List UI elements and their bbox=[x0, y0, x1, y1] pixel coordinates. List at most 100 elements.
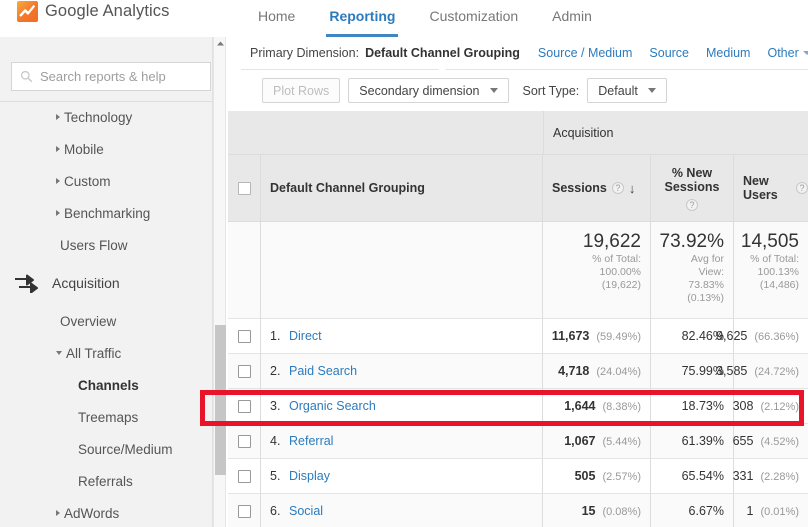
row-checkbox[interactable] bbox=[237, 364, 251, 378]
row-checkbox[interactable] bbox=[237, 504, 251, 518]
row-channel-link[interactable]: Paid Search bbox=[289, 364, 357, 378]
tab-reporting[interactable]: Reporting bbox=[312, 0, 412, 37]
sidebar-scrollbar[interactable] bbox=[213, 37, 226, 527]
sidebar-section-acquisition[interactable]: Acquisition bbox=[0, 261, 212, 305]
new-users-header-label: New Users bbox=[743, 174, 778, 202]
table-row[interactable]: 6. Social 15 (0.08%) 6.67% 1 (0.01%) bbox=[228, 493, 808, 527]
chevron-right-icon bbox=[56, 210, 60, 216]
table-row-highlighted[interactable]: 3. Organic Search 1,644 (8.38%) 18.73% 3… bbox=[228, 388, 808, 423]
row-channel-link[interactable]: Referral bbox=[289, 434, 333, 448]
dimension-header-label: Default Channel Grouping bbox=[270, 181, 425, 195]
row-new-sessions-value: 6.67% bbox=[688, 504, 724, 518]
row-channel-link[interactable]: Social bbox=[289, 504, 323, 518]
row-channel-link[interactable]: Display bbox=[289, 469, 330, 483]
group-header-acquisition: Acquisition bbox=[543, 111, 808, 154]
sidebar-item-label: Treemaps bbox=[78, 409, 139, 425]
table-row[interactable]: 2. Paid Search 4,718 (24.04%) 75.99% 3,5… bbox=[228, 353, 808, 388]
table-header: Acquisition Default Channel Grouping Ses… bbox=[228, 111, 808, 221]
primary-dimension-medium[interactable]: Medium bbox=[706, 46, 750, 60]
primary-dimension-label: Primary Dimension: bbox=[250, 46, 360, 60]
row-checkbox[interactable] bbox=[237, 399, 251, 413]
sidebar-item-all-traffic[interactable]: All Traffic bbox=[0, 337, 212, 369]
primary-dimension-source[interactable]: Source bbox=[649, 46, 689, 60]
table-row[interactable]: 1. Direct 11,673 (59.49%) 82.46% 9,625 (… bbox=[228, 318, 808, 353]
row-new-users-value: 308 bbox=[732, 399, 754, 413]
row-sessions-cell: 15 (0.08%) bbox=[543, 494, 651, 527]
row-checkbox[interactable] bbox=[237, 329, 251, 343]
sidebar-item-technology[interactable]: Technology bbox=[0, 101, 212, 133]
sidebar-item-adwords[interactable]: AdWords bbox=[0, 497, 212, 527]
row-index: 1. bbox=[270, 329, 281, 343]
sidebar-item-users-flow[interactable]: Users Flow bbox=[0, 229, 212, 261]
row-index: 3. bbox=[270, 399, 281, 413]
row-sessions-value: 1,067 bbox=[564, 434, 596, 448]
primary-dimension-current[interactable]: Default Channel Grouping bbox=[365, 46, 520, 72]
row-new-sessions-value: 18.73% bbox=[681, 399, 724, 413]
summary-check-cell bbox=[228, 222, 261, 318]
row-checkbox[interactable] bbox=[237, 434, 251, 448]
row-index: 2. bbox=[270, 364, 281, 378]
sidebar-item-channels[interactable]: Channels bbox=[0, 369, 212, 401]
row-sessions-cell: 4,718 (24.04%) bbox=[543, 354, 651, 388]
row-new-users-pct: (2.28%) bbox=[760, 471, 799, 483]
new-sessions-header-label: % New Sessions bbox=[664, 165, 720, 194]
primary-dimension-source-medium[interactable]: Source / Medium bbox=[538, 46, 632, 60]
new-sessions-header-cell[interactable]: % New Sessions ? bbox=[651, 155, 734, 221]
summary-new-users-line2: 100.13% bbox=[757, 266, 799, 278]
tab-admin[interactable]: Admin bbox=[535, 0, 609, 37]
sidebar-section-label: Acquisition bbox=[52, 275, 120, 291]
sidebar-item-label: Technology bbox=[64, 109, 133, 125]
row-new-users-cell: 3,585 (24.72%) bbox=[716, 354, 808, 388]
sidebar-item-custom[interactable]: Custom bbox=[0, 165, 212, 197]
dimension-header-cell[interactable]: Default Channel Grouping bbox=[261, 155, 543, 221]
chevron-up-icon[interactable] bbox=[214, 37, 227, 50]
main-panel: Primary Dimension: Default Channel Group… bbox=[228, 37, 808, 527]
search-input[interactable] bbox=[40, 69, 202, 84]
secondary-dimension-button[interactable]: Secondary dimension bbox=[348, 78, 509, 103]
row-channel-link[interactable]: Direct bbox=[289, 329, 322, 343]
table-row[interactable]: 5. Display 505 (2.57%) 65.54% 331 (2.28%… bbox=[228, 458, 808, 493]
row-new-sessions-cell: 61.39% bbox=[651, 424, 734, 458]
row-channel-link-organic-search[interactable]: Organic Search bbox=[289, 399, 376, 413]
sidebar-item-benchmarking[interactable]: Benchmarking bbox=[0, 197, 212, 229]
row-sessions-cell: 11,673 (59.49%) bbox=[543, 319, 651, 353]
scrollbar-thumb[interactable] bbox=[215, 325, 226, 475]
help-icon[interactable]: ? bbox=[611, 182, 624, 194]
primary-dimension-other[interactable]: Other bbox=[767, 46, 808, 60]
sidebar-item-source-medium[interactable]: Source/Medium bbox=[0, 433, 212, 465]
primary-dimension-bar: Primary Dimension: Default Channel Group… bbox=[241, 37, 808, 72]
brand-logo[interactable]: Google Analytics bbox=[17, 1, 170, 22]
acquisition-arrows-icon bbox=[15, 274, 38, 293]
sidebar-item-treemaps[interactable]: Treemaps bbox=[0, 401, 212, 433]
row-new-users-value: 331 bbox=[732, 469, 754, 483]
tab-customization[interactable]: Customization bbox=[412, 0, 535, 37]
row-sessions-value: 11,673 bbox=[551, 329, 590, 343]
row-check-cell bbox=[228, 494, 261, 527]
search-box[interactable] bbox=[11, 62, 211, 91]
row-sessions-cell: 1,644 (8.38%) bbox=[543, 389, 651, 423]
table-row[interactable]: 4. Referral 1,067 (5.44%) 61.39% 655 (4.… bbox=[228, 423, 808, 458]
table-toolbar: Plot Rows Secondary dimension Sort Type:… bbox=[241, 70, 808, 111]
row-new-users-cell: 308 (2.12%) bbox=[732, 389, 808, 423]
summary-sessions-cell: 19,622 % of Total: 100.00% (19,622) bbox=[543, 222, 651, 318]
sidebar-item-label: All Traffic bbox=[66, 345, 122, 361]
sidebar-item-mobile[interactable]: Mobile bbox=[0, 133, 212, 165]
table-group-header-row: Acquisition bbox=[228, 111, 808, 154]
chevron-down-icon bbox=[489, 88, 498, 93]
sessions-header-cell[interactable]: Sessions ? ↓ bbox=[543, 155, 651, 221]
new-users-header-cell[interactable]: New Users ? bbox=[734, 155, 808, 221]
help-icon[interactable]: ? bbox=[686, 198, 698, 211]
sidebar-item-referrals[interactable]: Referrals bbox=[0, 465, 212, 497]
help-icon[interactable]: ? bbox=[796, 182, 808, 194]
select-all-checkbox[interactable] bbox=[237, 181, 251, 195]
row-sessions-value: 4,718 bbox=[558, 364, 590, 378]
plot-rows-button[interactable]: Plot Rows bbox=[262, 78, 341, 103]
group-header-spacer bbox=[228, 111, 543, 154]
sort-type-button[interactable]: Default bbox=[587, 78, 667, 103]
row-checkbox[interactable] bbox=[237, 469, 251, 483]
row-dimension-cell: 1. Direct bbox=[261, 319, 543, 353]
sidebar-item-overview[interactable]: Overview bbox=[0, 305, 212, 337]
channels-table: Acquisition Default Channel Grouping Ses… bbox=[228, 111, 808, 527]
row-new-users-cell: 655 (4.52%) bbox=[733, 424, 808, 458]
tab-home[interactable]: Home bbox=[241, 0, 312, 37]
